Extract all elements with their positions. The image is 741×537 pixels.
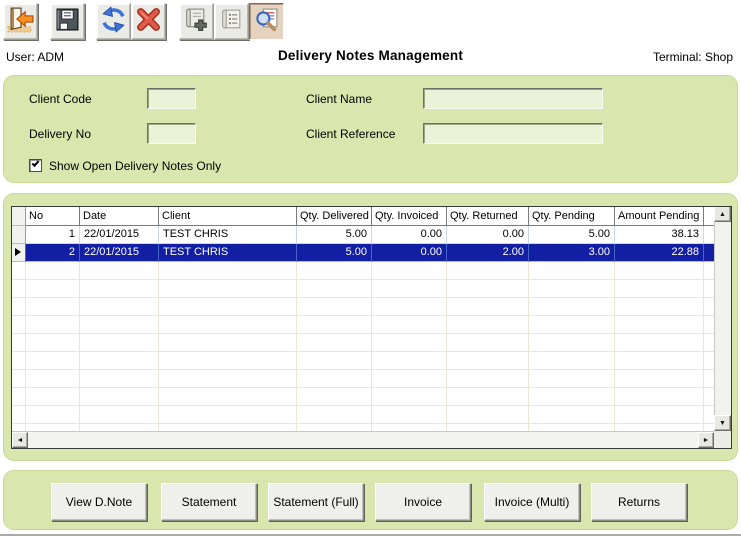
selector-header-cell bbox=[12, 207, 26, 226]
cell-client[interactable]: TEST CHRIS bbox=[159, 226, 297, 244]
cell-date[interactable]: 22/01/2015 bbox=[80, 244, 159, 262]
cell-qty-pending[interactable]: 3.00 bbox=[529, 244, 615, 262]
note-detail-button[interactable] bbox=[214, 3, 249, 40]
invoice-multi-button[interactable]: Invoice (Multi) bbox=[484, 483, 580, 521]
client-code-input[interactable] bbox=[147, 88, 196, 109]
column-header-amount-pending[interactable]: Amount Pending bbox=[615, 207, 704, 226]
scroll-down-button[interactable]: ▼ bbox=[714, 415, 731, 431]
grid-header-row: No Date Client Qty. Delivered Qty. Invoi… bbox=[12, 207, 714, 226]
returns-button[interactable]: Returns bbox=[591, 483, 687, 521]
check-icon bbox=[32, 159, 40, 167]
row-selector-cell[interactable] bbox=[12, 226, 26, 244]
arrow-down-icon: ▼ bbox=[719, 420, 726, 427]
scroll-up-button[interactable]: ▲ bbox=[714, 206, 731, 222]
row-selector-cell[interactable] bbox=[12, 244, 26, 262]
cell-qty-pending[interactable]: 5.00 bbox=[529, 226, 615, 244]
refresh-icon bbox=[100, 6, 127, 38]
gridline bbox=[158, 262, 159, 431]
cell-filler bbox=[704, 244, 714, 262]
gridline bbox=[296, 262, 297, 431]
client-reference-label: Client Reference bbox=[306, 127, 395, 141]
delivery-notes-window: User: ADM Delivery Notes Management Term… bbox=[0, 0, 741, 537]
filter-panel: Client Code Client Name Delivery No Clie… bbox=[3, 75, 738, 183]
horizontal-scrollbar[interactable]: ◄ ► bbox=[12, 431, 714, 448]
bottom-divider bbox=[0, 534, 741, 536]
arrow-up-icon: ▲ bbox=[719, 211, 726, 218]
delivery-no-input[interactable] bbox=[147, 123, 196, 144]
cell-client[interactable]: TEST CHRIS bbox=[159, 244, 297, 262]
gridline bbox=[79, 262, 80, 431]
save-floppy-icon bbox=[54, 6, 81, 38]
scrollbar-corner bbox=[714, 431, 731, 448]
cell-date[interactable]: 22/01/2015 bbox=[80, 226, 159, 244]
delete-button[interactable] bbox=[131, 3, 166, 40]
gridline bbox=[371, 262, 372, 431]
refresh-button[interactable] bbox=[96, 3, 131, 40]
note-search-button[interactable] bbox=[249, 3, 284, 40]
page-title: Delivery Notes Management bbox=[0, 48, 741, 63]
column-header-date[interactable]: Date bbox=[80, 207, 159, 226]
column-header-qty-delivered[interactable]: Qty. Delivered bbox=[297, 207, 372, 226]
cell-qty-invoiced[interactable]: 0.00 bbox=[372, 226, 447, 244]
column-header-qty-returned[interactable]: Qty. Returned bbox=[447, 207, 529, 226]
show-open-checkbox[interactable] bbox=[29, 159, 42, 172]
header-band: User: ADM Delivery Notes Management Term… bbox=[0, 45, 741, 71]
cell-no[interactable]: 1 bbox=[26, 226, 80, 244]
note-search-icon bbox=[253, 6, 280, 38]
gridline bbox=[614, 262, 615, 431]
delete-x-icon bbox=[135, 6, 162, 38]
note-add-icon bbox=[183, 6, 210, 38]
column-header-no[interactable]: No bbox=[26, 207, 80, 226]
grid-empty-rows bbox=[12, 262, 714, 431]
show-open-label: Show Open Delivery Notes Only bbox=[49, 159, 221, 173]
scroll-left-button[interactable]: ◄ bbox=[12, 432, 28, 448]
cell-qty-delivered[interactable]: 5.00 bbox=[297, 226, 372, 244]
cell-no[interactable]: 2 bbox=[26, 244, 80, 262]
current-row-arrow-icon bbox=[15, 248, 21, 256]
cell-qty-returned[interactable]: 2.00 bbox=[447, 244, 529, 262]
save-button[interactable] bbox=[50, 3, 85, 40]
gridline bbox=[528, 262, 529, 431]
arrow-right-icon: ► bbox=[703, 437, 710, 444]
exit-door-icon bbox=[7, 6, 34, 38]
column-header-qty-pending[interactable]: Qty. Pending bbox=[529, 207, 615, 226]
column-header-filler bbox=[704, 207, 714, 226]
column-header-qty-invoiced[interactable]: Qty. Invoiced bbox=[372, 207, 447, 226]
view-dnote-button[interactable]: View D.Note bbox=[51, 483, 147, 521]
cell-qty-returned[interactable]: 0.00 bbox=[447, 226, 529, 244]
arrow-left-icon: ◄ bbox=[17, 437, 24, 444]
table-row[interactable]: 1 22/01/2015 TEST CHRIS 5.00 0.00 0.00 5… bbox=[12, 226, 714, 244]
vertical-scrollbar[interactable]: ▲ ▼ bbox=[714, 207, 731, 431]
cell-qty-invoiced[interactable]: 0.00 bbox=[372, 244, 447, 262]
exit-button[interactable] bbox=[3, 3, 38, 40]
gridline bbox=[446, 262, 447, 431]
note-add-button[interactable] bbox=[179, 3, 214, 40]
client-name-input[interactable] bbox=[423, 88, 603, 109]
cell-qty-delivered[interactable]: 5.00 bbox=[297, 244, 372, 262]
client-code-label: Client Code bbox=[29, 92, 92, 106]
delivery-no-label: Delivery No bbox=[29, 127, 91, 141]
scroll-right-button[interactable]: ► bbox=[698, 432, 714, 448]
cell-filler bbox=[704, 226, 714, 244]
statement-full-button[interactable]: Statement (Full) bbox=[268, 483, 364, 521]
delivery-notes-grid: No Date Client Qty. Delivered Qty. Invoi… bbox=[11, 206, 732, 449]
cell-amount-pending[interactable]: 22.88 bbox=[615, 244, 704, 262]
gridline bbox=[25, 262, 26, 431]
table-row-selected[interactable]: 2 22/01/2015 TEST CHRIS 5.00 0.00 2.00 3… bbox=[12, 244, 714, 262]
note-lines-icon bbox=[218, 6, 245, 38]
grid-panel: No Date Client Qty. Delivered Qty. Invoi… bbox=[3, 193, 738, 461]
statement-button[interactable]: Statement bbox=[161, 483, 257, 521]
column-header-client[interactable]: Client bbox=[159, 207, 297, 226]
invoice-button[interactable]: Invoice bbox=[375, 483, 471, 521]
cell-amount-pending[interactable]: 38.13 bbox=[615, 226, 704, 244]
terminal-label: Terminal: Shop bbox=[653, 50, 733, 64]
gridline bbox=[703, 262, 704, 431]
action-panel: View D.Note Statement Statement (Full) I… bbox=[3, 470, 738, 530]
client-reference-input[interactable] bbox=[423, 123, 603, 144]
client-name-label: Client Name bbox=[306, 92, 372, 106]
